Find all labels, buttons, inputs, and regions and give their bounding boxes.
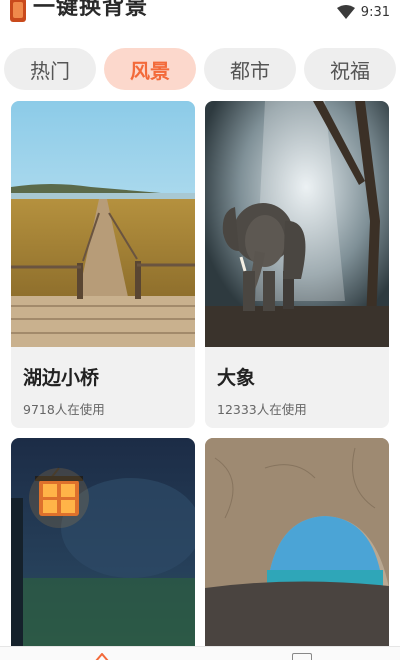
status-bar: 9:31 <box>336 2 390 22</box>
tab-city[interactable]: 都市 <box>204 48 296 90</box>
profile-icon[interactable] <box>292 653 312 660</box>
card-title: 大象 <box>217 367 256 389</box>
template-card-elephant[interactable]: 大象 12333人在使用 <box>205 101 389 428</box>
lantern-photo <box>11 438 195 658</box>
template-card-bridge[interactable]: 湖边小桥 9718人在使用 <box>11 101 195 428</box>
bridge-photo <box>11 101 195 347</box>
template-card-sea-arch[interactable] <box>205 438 389 658</box>
template-card-lantern[interactable] <box>11 438 195 658</box>
tab-blessing[interactable]: 祝福 <box>304 48 396 90</box>
app-title: 一键换背景 <box>33 0 149 20</box>
wifi-icon <box>336 5 355 19</box>
sea-arch-photo <box>205 438 389 658</box>
app-logo-icon <box>10 0 26 22</box>
bottom-nav <box>0 646 400 660</box>
top-bar: 一键换背景 9:31 <box>0 0 400 40</box>
home-icon[interactable] <box>94 653 110 660</box>
elephant-photo <box>205 101 389 347</box>
tab-scenery[interactable]: 风景 <box>104 48 196 90</box>
card-title: 湖边小桥 <box>23 367 100 389</box>
tab-hot[interactable]: 热门 <box>4 48 96 90</box>
status-time: 9:31 <box>360 4 390 20</box>
category-tabs: 热门 风景 都市 祝福 <box>4 48 400 90</box>
card-usage-count: 9718人在使用 <box>23 402 105 417</box>
card-usage-count: 12333人在使用 <box>217 402 307 417</box>
